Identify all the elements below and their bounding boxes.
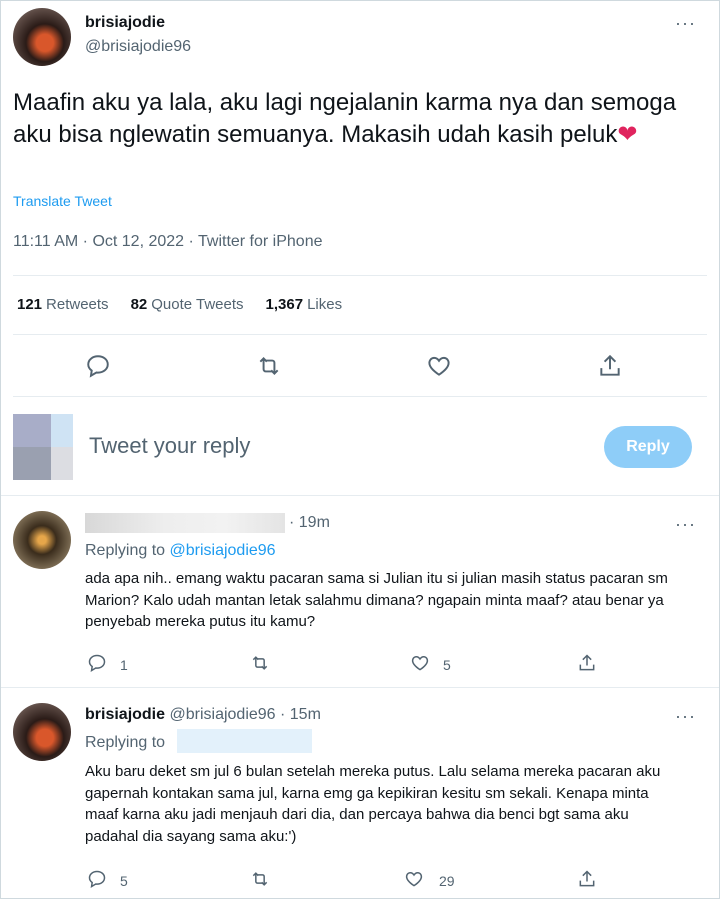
- retweet-icon[interactable]: [256, 353, 282, 379]
- tweet-timestamp[interactable]: 11:11 AM · Oct 12, 2022 · Twitter for iP…: [13, 233, 323, 251]
- redacted-handle: [177, 729, 312, 753]
- more-icon[interactable]: ···: [675, 515, 696, 533]
- reply-input[interactable]: Tweet your reply: [89, 433, 250, 459]
- reply-avatar[interactable]: [13, 703, 71, 761]
- reply-author[interactable]: brisiajodie @brisiajodie96 · 15m: [85, 706, 321, 724]
- share-icon[interactable]: [577, 869, 597, 889]
- likes-stat[interactable]: 1,367 Likes: [266, 296, 343, 313]
- heart-emoji: ❤: [617, 121, 638, 148]
- like-count: 29: [439, 873, 455, 889]
- divider: [1, 495, 719, 496]
- reply-avatar[interactable]: [13, 511, 71, 569]
- translate-tweet-link[interactable]: Translate Tweet: [13, 193, 112, 209]
- divider: [13, 275, 707, 276]
- author-name[interactable]: brisiajodie: [85, 14, 165, 32]
- like-icon[interactable]: [426, 353, 452, 379]
- more-icon[interactable]: ···: [675, 14, 696, 32]
- more-icon[interactable]: ···: [675, 707, 696, 725]
- like-count: 5: [443, 657, 451, 673]
- reply-button[interactable]: Reply: [604, 426, 692, 468]
- divider: [13, 396, 707, 397]
- reply-count: 1: [120, 657, 128, 673]
- reply-icon[interactable]: [87, 869, 107, 889]
- retweet-icon[interactable]: [250, 869, 270, 889]
- divider: [13, 334, 707, 335]
- redacted-username: [85, 513, 285, 533]
- share-icon[interactable]: [577, 653, 597, 673]
- reply-text: ada apa nih.. emang waktu pacaran sama s…: [85, 570, 668, 630]
- share-icon[interactable]: [597, 353, 623, 379]
- like-icon[interactable]: [410, 653, 430, 673]
- current-user-avatar: [13, 414, 73, 480]
- reply-icon[interactable]: [87, 653, 107, 673]
- replying-to-handle[interactable]: @brisiajodie96: [170, 542, 276, 559]
- retweets-stat[interactable]: 121 Retweets: [17, 296, 109, 313]
- reply-icon[interactable]: [85, 353, 111, 379]
- replying-to: Replying to: [85, 734, 166, 751]
- tweet-stats: 121 Retweets 82 Quote Tweets 1,367 Likes: [17, 296, 342, 313]
- reply-time[interactable]: · 19m: [289, 514, 330, 532]
- author-handle[interactable]: @brisiajodie96: [85, 38, 191, 56]
- tweet-text: Maafin aku ya lala, aku lagi ngejalanin …: [13, 87, 703, 151]
- tweet-thread: brisiajodie @brisiajodie96 ··· Maafin ak…: [0, 0, 720, 899]
- quote-tweets-stat[interactable]: 82 Quote Tweets: [131, 296, 244, 313]
- reply-handle-time: @brisiajodie96 · 15m: [169, 706, 321, 723]
- reply-author-name: brisiajodie: [85, 706, 166, 723]
- author-avatar[interactable]: [13, 8, 71, 66]
- replying-to: Replying to @brisiajodie96: [85, 542, 276, 559]
- reply-count: 5: [120, 873, 128, 889]
- like-icon[interactable]: [404, 869, 424, 889]
- reply-text: Aku baru deket sm jul 6 bulan setelah me…: [85, 763, 661, 845]
- tweet-body: Maafin aku ya lala, aku lagi ngejalanin …: [13, 89, 677, 148]
- divider: [1, 687, 719, 688]
- retweet-icon[interactable]: [250, 653, 270, 673]
